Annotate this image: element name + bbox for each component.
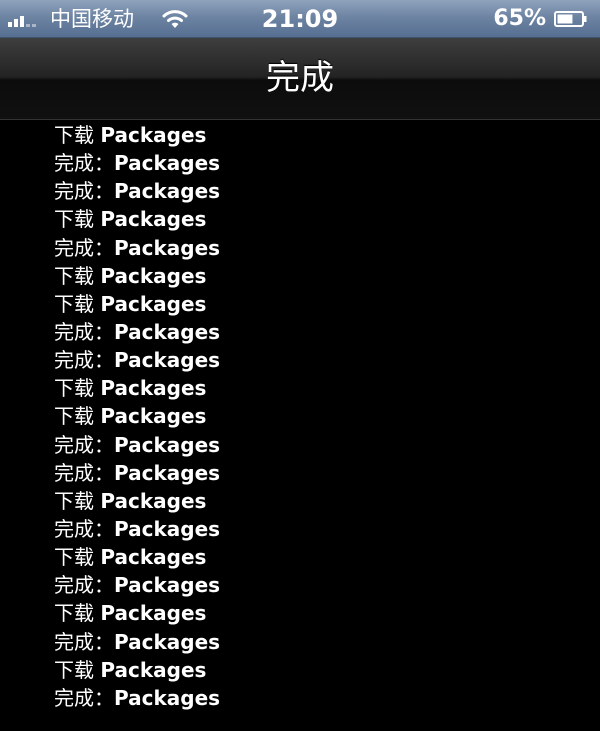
log-line: 完成：Packages	[54, 571, 594, 599]
log-line-status: 完成：	[54, 319, 114, 344]
log-line-status: 下载	[54, 601, 101, 626]
log-line-target: Packages	[114, 460, 221, 485]
log-line: 完成：Packages	[54, 234, 594, 262]
log-line-target: Packages	[114, 179, 221, 204]
log-line-status: 下载	[54, 376, 101, 401]
navigation-bar: 完成	[0, 38, 600, 120]
log-line: 下载 Packages	[54, 656, 594, 684]
battery-icon	[554, 11, 587, 27]
log-line-status: 下载	[54, 404, 101, 429]
log-line-status: 完成：	[54, 151, 114, 176]
log-line-status: 完成：	[54, 516, 114, 541]
log-line: 完成：Packages	[54, 684, 594, 712]
log-line-target: Packages	[100, 545, 207, 570]
log-line-target: Packages	[114, 235, 221, 260]
log-line-target: Packages	[114, 685, 221, 710]
log-line: 下载 Packages	[54, 599, 594, 627]
log-line-target: Packages	[100, 263, 207, 288]
log-line: 完成：Packages	[54, 515, 594, 543]
log-line-target: Packages	[100, 123, 207, 147]
log-line-status: 下载	[54, 545, 101, 570]
log-line-target: Packages	[100, 207, 207, 232]
log-line: 下载 Packages	[54, 543, 594, 571]
log-line: 完成：Packages	[54, 346, 594, 374]
log-line-target: Packages	[114, 348, 221, 373]
log-line: 完成：Packages	[54, 318, 594, 346]
log-line: 完成：Packages	[54, 431, 594, 459]
log-line-status: 下载	[54, 207, 101, 232]
log-line: 下载 Packages	[54, 205, 594, 233]
log-line-status: 下载	[54, 291, 101, 316]
log-line: 下载 Packages	[54, 121, 594, 149]
log-line-target: Packages	[114, 629, 221, 654]
log-line-target: Packages	[114, 432, 221, 457]
log-line-status: 下载	[54, 657, 101, 682]
log-line-status: 下载	[54, 123, 101, 147]
log-line: 完成：Packages	[54, 177, 594, 205]
log-line-target: Packages	[100, 376, 207, 401]
log-line: 下载 Packages	[54, 487, 594, 515]
log-line: 下载 Packages	[54, 262, 594, 290]
page-title: 完成	[266, 58, 334, 98]
log-line-target: Packages	[100, 601, 207, 626]
log-line-target: Packages	[114, 151, 221, 176]
log-line: 完成：Packages	[54, 628, 594, 656]
log-line-status: 完成：	[54, 235, 114, 260]
log-line-status: 完成：	[54, 685, 114, 710]
log-line-target: Packages	[114, 573, 221, 598]
log-line-status: 完成：	[54, 629, 114, 654]
log-line-target: Packages	[100, 657, 207, 682]
log-line: 下载 Packages	[54, 374, 594, 402]
log-line: 完成：Packages	[54, 459, 594, 487]
log-line-target: Packages	[100, 404, 207, 429]
log-line-target: Packages	[100, 291, 207, 316]
log-line: 下载 Packages	[54, 290, 594, 318]
log-line-status: 完成：	[54, 348, 114, 373]
log-line: 完成：Packages	[54, 149, 594, 177]
log-line-status: 完成：	[54, 179, 114, 204]
log-line-target: Packages	[114, 319, 221, 344]
status-bar: 中国移动 21:09 65%	[0, 0, 600, 38]
log-line-status: 完成：	[54, 573, 114, 598]
log-line-status: 下载	[54, 263, 101, 288]
battery-percent: 65%	[493, 6, 546, 31]
log-line-status: 完成：	[54, 432, 114, 457]
log-line-status: 下载	[54, 488, 101, 513]
log-line-target: Packages	[100, 488, 207, 513]
progress-log: 下载 Packages 完成：Packages 完成：Packages 下载 Pack…	[54, 121, 594, 712]
log-line-target: Packages	[114, 516, 221, 541]
log-line: 下载 Packages	[54, 402, 594, 430]
log-line-status: 完成：	[54, 460, 114, 485]
